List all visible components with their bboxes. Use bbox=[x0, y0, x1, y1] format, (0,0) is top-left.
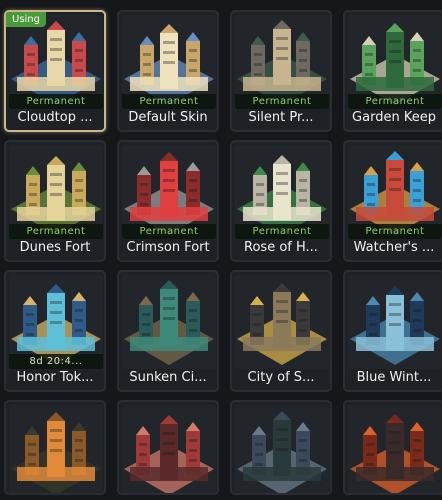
skin-name: Honor Tok... bbox=[16, 370, 94, 385]
skin-name: Watcher's ... bbox=[353, 240, 435, 255]
castle-illustration bbox=[235, 275, 329, 369]
skin-name: Rose of H... bbox=[244, 240, 318, 255]
skin-thumbnail: Permanent bbox=[235, 15, 329, 109]
castle-illustration bbox=[348, 275, 442, 369]
skin-card[interactable]: Permanent Default Skin bbox=[117, 10, 219, 132]
castle-illustration bbox=[122, 275, 216, 369]
permanent-badge: Permanent bbox=[235, 224, 329, 239]
using-badge: Using bbox=[6, 12, 46, 27]
skin-name: Garden Keep bbox=[352, 110, 436, 125]
permanent-badge: Permanent bbox=[348, 94, 442, 109]
skin-grid: Permanent Using Cloudtop ... Permanent Defau… bbox=[0, 0, 442, 500]
skin-thumbnail bbox=[235, 405, 329, 493]
skin-card[interactable]: Permanent Dunes Fort bbox=[4, 140, 106, 262]
castle-illustration bbox=[235, 405, 329, 493]
skin-card[interactable]: City of S... bbox=[230, 270, 332, 392]
skin-thumbnail bbox=[9, 405, 103, 493]
skin-thumbnail bbox=[235, 275, 329, 369]
skin-thumbnail bbox=[122, 275, 216, 369]
castle-illustration bbox=[9, 405, 103, 493]
skin-thumbnail: Permanent bbox=[348, 15, 442, 109]
skin-thumbnail bbox=[122, 405, 216, 493]
skin-name: Silent Pr... bbox=[248, 110, 314, 125]
skin-thumbnail: Permanent bbox=[348, 145, 442, 239]
skin-name: Default Skin bbox=[128, 110, 208, 125]
skin-thumbnail: Permanent bbox=[9, 145, 103, 239]
skin-card[interactable]: Permanent Silent Pr... bbox=[230, 10, 332, 132]
skin-card[interactable]: Permanent Watcher's ... bbox=[343, 140, 442, 262]
skin-card[interactable]: 8d 20:4... Honor Tok... bbox=[4, 270, 106, 392]
skin-thumbnail bbox=[348, 275, 442, 369]
skin-card[interactable]: Sunken Ci... bbox=[117, 270, 219, 392]
skin-name: Sunken Ci... bbox=[129, 370, 207, 385]
permanent-badge: Permanent bbox=[9, 224, 103, 239]
skin-thumbnail: Permanent bbox=[122, 145, 216, 239]
skin-thumbnail: 8d 20:4... bbox=[9, 275, 103, 369]
skin-card[interactable] bbox=[117, 400, 219, 495]
castle-illustration bbox=[122, 405, 216, 493]
skin-thumbnail: Permanent bbox=[122, 15, 216, 109]
castle-illustration bbox=[348, 405, 442, 493]
skin-name: Blue Wint... bbox=[356, 370, 432, 385]
skin-name: Cloudtop ... bbox=[17, 110, 93, 125]
skin-name: Crimson Fort bbox=[126, 240, 210, 255]
skin-card[interactable] bbox=[230, 400, 332, 495]
skin-thumbnail: Permanent bbox=[235, 145, 329, 239]
skin-card[interactable]: Blue Wint... bbox=[343, 270, 442, 392]
skin-card[interactable] bbox=[4, 400, 106, 495]
skin-card[interactable] bbox=[343, 400, 442, 495]
skin-thumbnail bbox=[348, 405, 442, 493]
permanent-badge: Permanent bbox=[9, 94, 103, 109]
skin-card[interactable]: Permanent Using Cloudtop ... bbox=[4, 10, 106, 132]
permanent-badge: Permanent bbox=[348, 224, 442, 239]
skin-name: City of S... bbox=[247, 370, 315, 385]
skin-card[interactable]: Permanent Garden Keep bbox=[343, 10, 442, 132]
skin-thumbnail: Permanent bbox=[9, 15, 103, 109]
permanent-badge: Permanent bbox=[122, 224, 216, 239]
skin-card[interactable]: Permanent Crimson Fort bbox=[117, 140, 219, 262]
skin-name: Dunes Fort bbox=[19, 240, 91, 255]
skin-card[interactable]: Permanent Rose of H... bbox=[230, 140, 332, 262]
permanent-badge: Permanent bbox=[235, 94, 329, 109]
permanent-badge: Permanent bbox=[122, 94, 216, 109]
skin-timer: 8d 20:4... bbox=[9, 354, 103, 369]
